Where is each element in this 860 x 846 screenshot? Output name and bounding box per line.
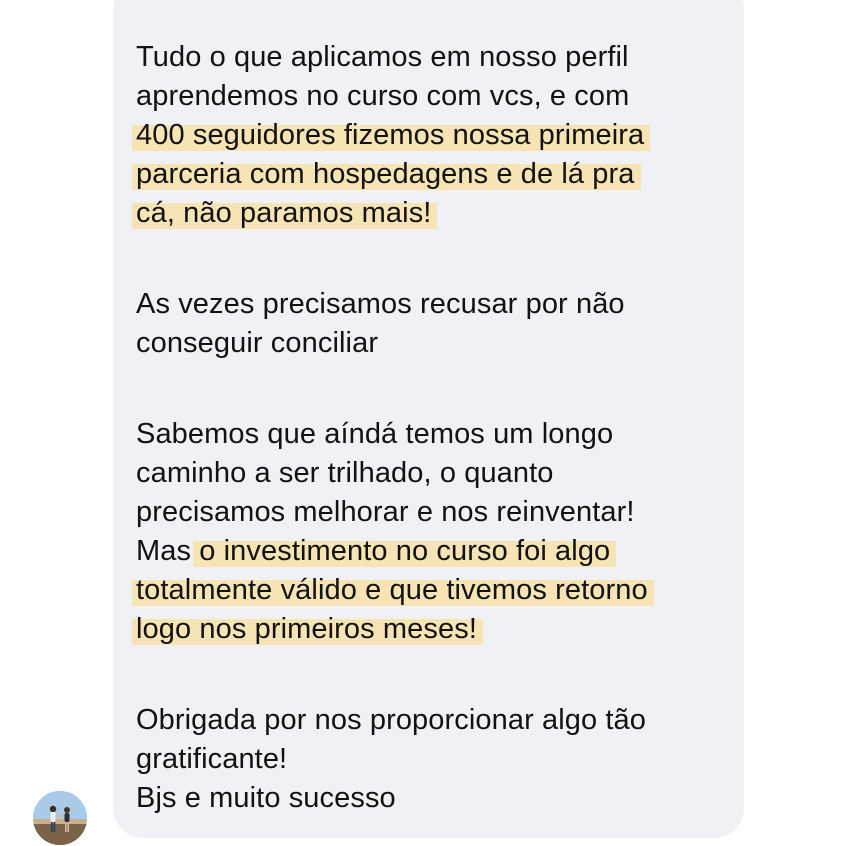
highlighted-text: parceria com hospedagens e de lá pra [132,158,641,190]
highlighted-text: logo nos primeiros meses! [132,613,483,645]
highlighted-text: cá, não paramos mais! [132,197,438,229]
sender-avatar[interactable] [33,791,87,845]
message-line: caminho a ser trilhado, o quanto [136,457,554,489]
message-line: aprendemos no curso com vcs, e com [136,80,630,112]
message-line: conseguir conciliar [136,327,379,359]
highlighted-text: 400 seguidores fizemos nossa primeira [132,119,651,151]
message-line: parceria com hospedagens e de lá pra [132,155,736,194]
message-line: As vezes precisamos recusar por não [136,288,625,320]
message-line: Sabemos que aíndá temos um longo [136,418,614,450]
message-line: cá, não paramos mais! [132,194,736,233]
message-line: logo nos primeiros meses! [132,610,736,649]
highlighted-text: o investimento no curso foi algo [193,535,617,567]
message-line: Obrigada por nos proporcionar algo tão [136,704,647,736]
message-line: totalmente válido e que tivemos retorno [132,571,736,610]
message-line: Mas o investimento no curso foi algo [136,532,736,571]
highlighted-text: totalmente válido e que tivemos retorno [132,574,654,606]
message-line: 400 seguidores fizemos nossa primeira [132,116,736,155]
message-text-prefix: Mas [136,535,200,567]
message-text: Tudo o que aplicamos em nosso perfil apr… [132,38,736,818]
message-line: Tudo o que aplicamos em nosso perfil [136,41,629,73]
message-line: precisamos melhorar e nos reinventar! [136,496,635,528]
message-line: Bjs e muito sucesso [136,782,396,814]
sender-avatar-photo-icon [33,791,87,845]
message-line: gratificante! [136,743,288,775]
